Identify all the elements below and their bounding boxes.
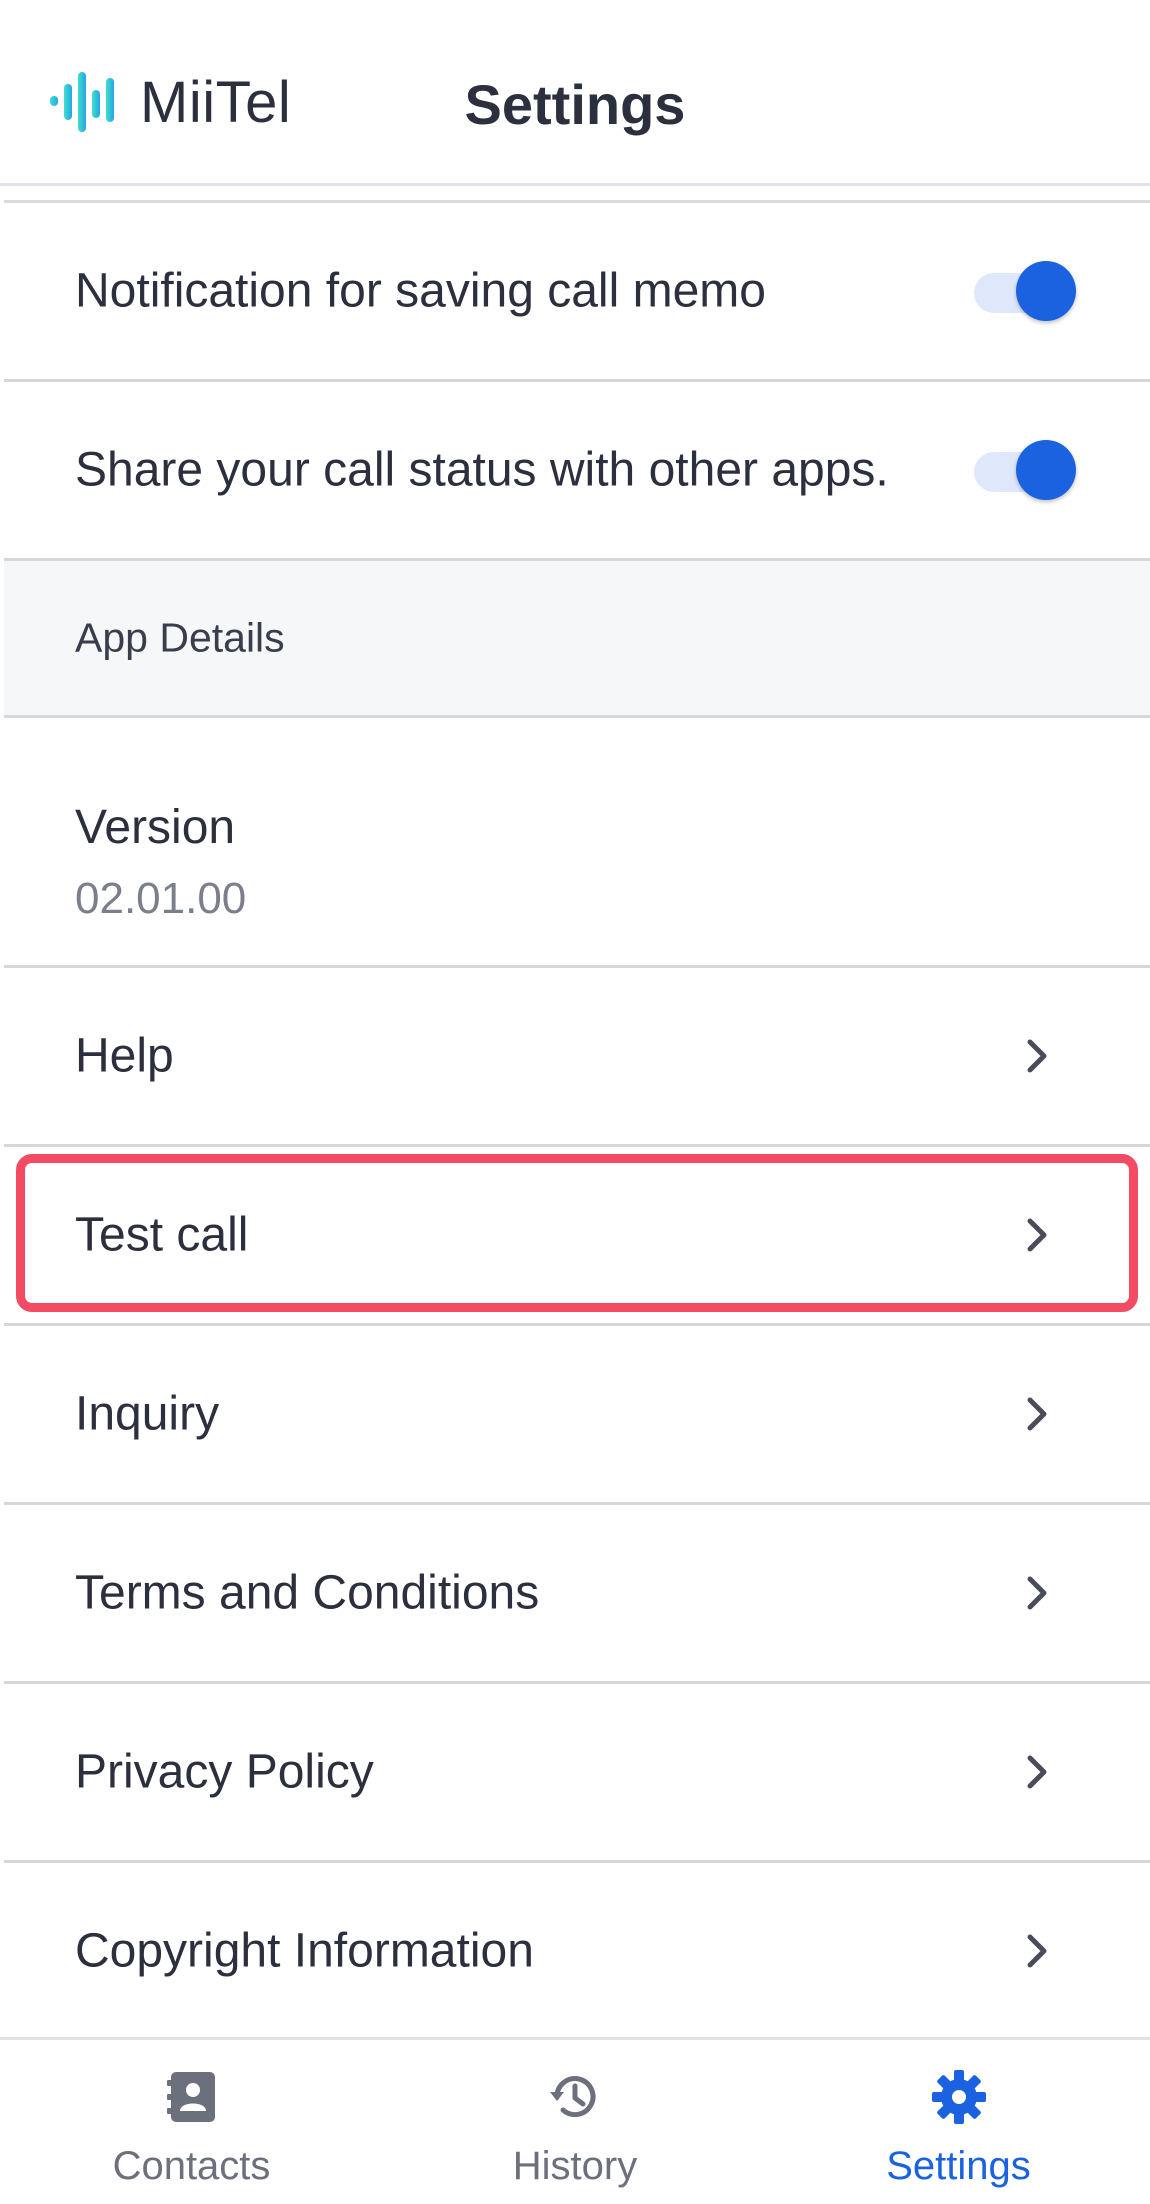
nav-label: History: [512, 2144, 638, 2188]
help-label: Help: [75, 1029, 174, 1083]
toggle-knob: [1016, 440, 1076, 500]
chevron-right-icon: [1027, 1934, 1047, 1968]
test-call-label: Test call: [75, 1208, 249, 1262]
inquiry-label: Inquiry: [75, 1387, 220, 1441]
copyright-label: Copyright Information: [75, 1924, 534, 1978]
nav-label: Contacts: [112, 2144, 271, 2188]
toggle-knob: [1016, 261, 1076, 321]
gear-icon: [931, 2070, 986, 2124]
setting-row-share-call-status[interactable]: Share your call status with other apps.: [4, 382, 1150, 561]
privacy-policy-label: Privacy Policy: [75, 1745, 374, 1799]
setting-label: Share your call status with other apps.: [75, 443, 889, 497]
nav-item-contacts[interactable]: Contacts: [0, 2040, 383, 2204]
privacy-policy-row[interactable]: Privacy Policy: [4, 1684, 1150, 1863]
help-row[interactable]: Help: [4, 968, 1150, 1147]
terms-row[interactable]: Terms and Conditions: [4, 1505, 1150, 1684]
nav-item-settings[interactable]: Settings: [767, 2040, 1150, 2204]
chevron-right-icon: [1027, 1576, 1047, 1610]
setting-label: Notification for saving call memo: [75, 264, 766, 318]
nav-label: Settings: [886, 2144, 1031, 2188]
chevron-right-icon: [1027, 1755, 1047, 1789]
inquiry-row[interactable]: Inquiry: [4, 1326, 1150, 1505]
section-title: App Details: [75, 614, 285, 661]
section-header-app-details: App Details: [4, 561, 1150, 718]
bottom-nav: Contacts History Settings: [0, 2037, 1150, 2204]
terms-label: Terms and Conditions: [75, 1566, 540, 1620]
test-call-row[interactable]: Test call: [4, 1147, 1150, 1326]
call-memo-notification-toggle[interactable]: [974, 261, 1076, 321]
version-label: Version: [75, 801, 236, 854]
history-icon: [550, 2076, 596, 2118]
chevron-right-icon: [1027, 1218, 1047, 1252]
version-row: Version 02.01.00: [4, 718, 1150, 968]
nav-item-history[interactable]: History: [383, 2040, 767, 2204]
contacts-icon: [166, 2072, 215, 2122]
version-value: 02.01.00: [75, 874, 247, 923]
copyright-row[interactable]: Copyright Information: [4, 1863, 1150, 2042]
app-screen: MiiTel Settings Notification for saving …: [0, 0, 1150, 2204]
chevron-right-icon: [1027, 1039, 1047, 1073]
chevron-right-icon: [1027, 1397, 1047, 1431]
setting-row-call-memo-notification[interactable]: Notification for saving call memo: [4, 203, 1150, 382]
settings-list[interactable]: Notification for saving call memo Share …: [4, 200, 1150, 2042]
app-header: MiiTel Settings: [0, 0, 1150, 186]
share-call-status-toggle[interactable]: [974, 440, 1076, 500]
page-title: Settings: [464, 73, 686, 136]
